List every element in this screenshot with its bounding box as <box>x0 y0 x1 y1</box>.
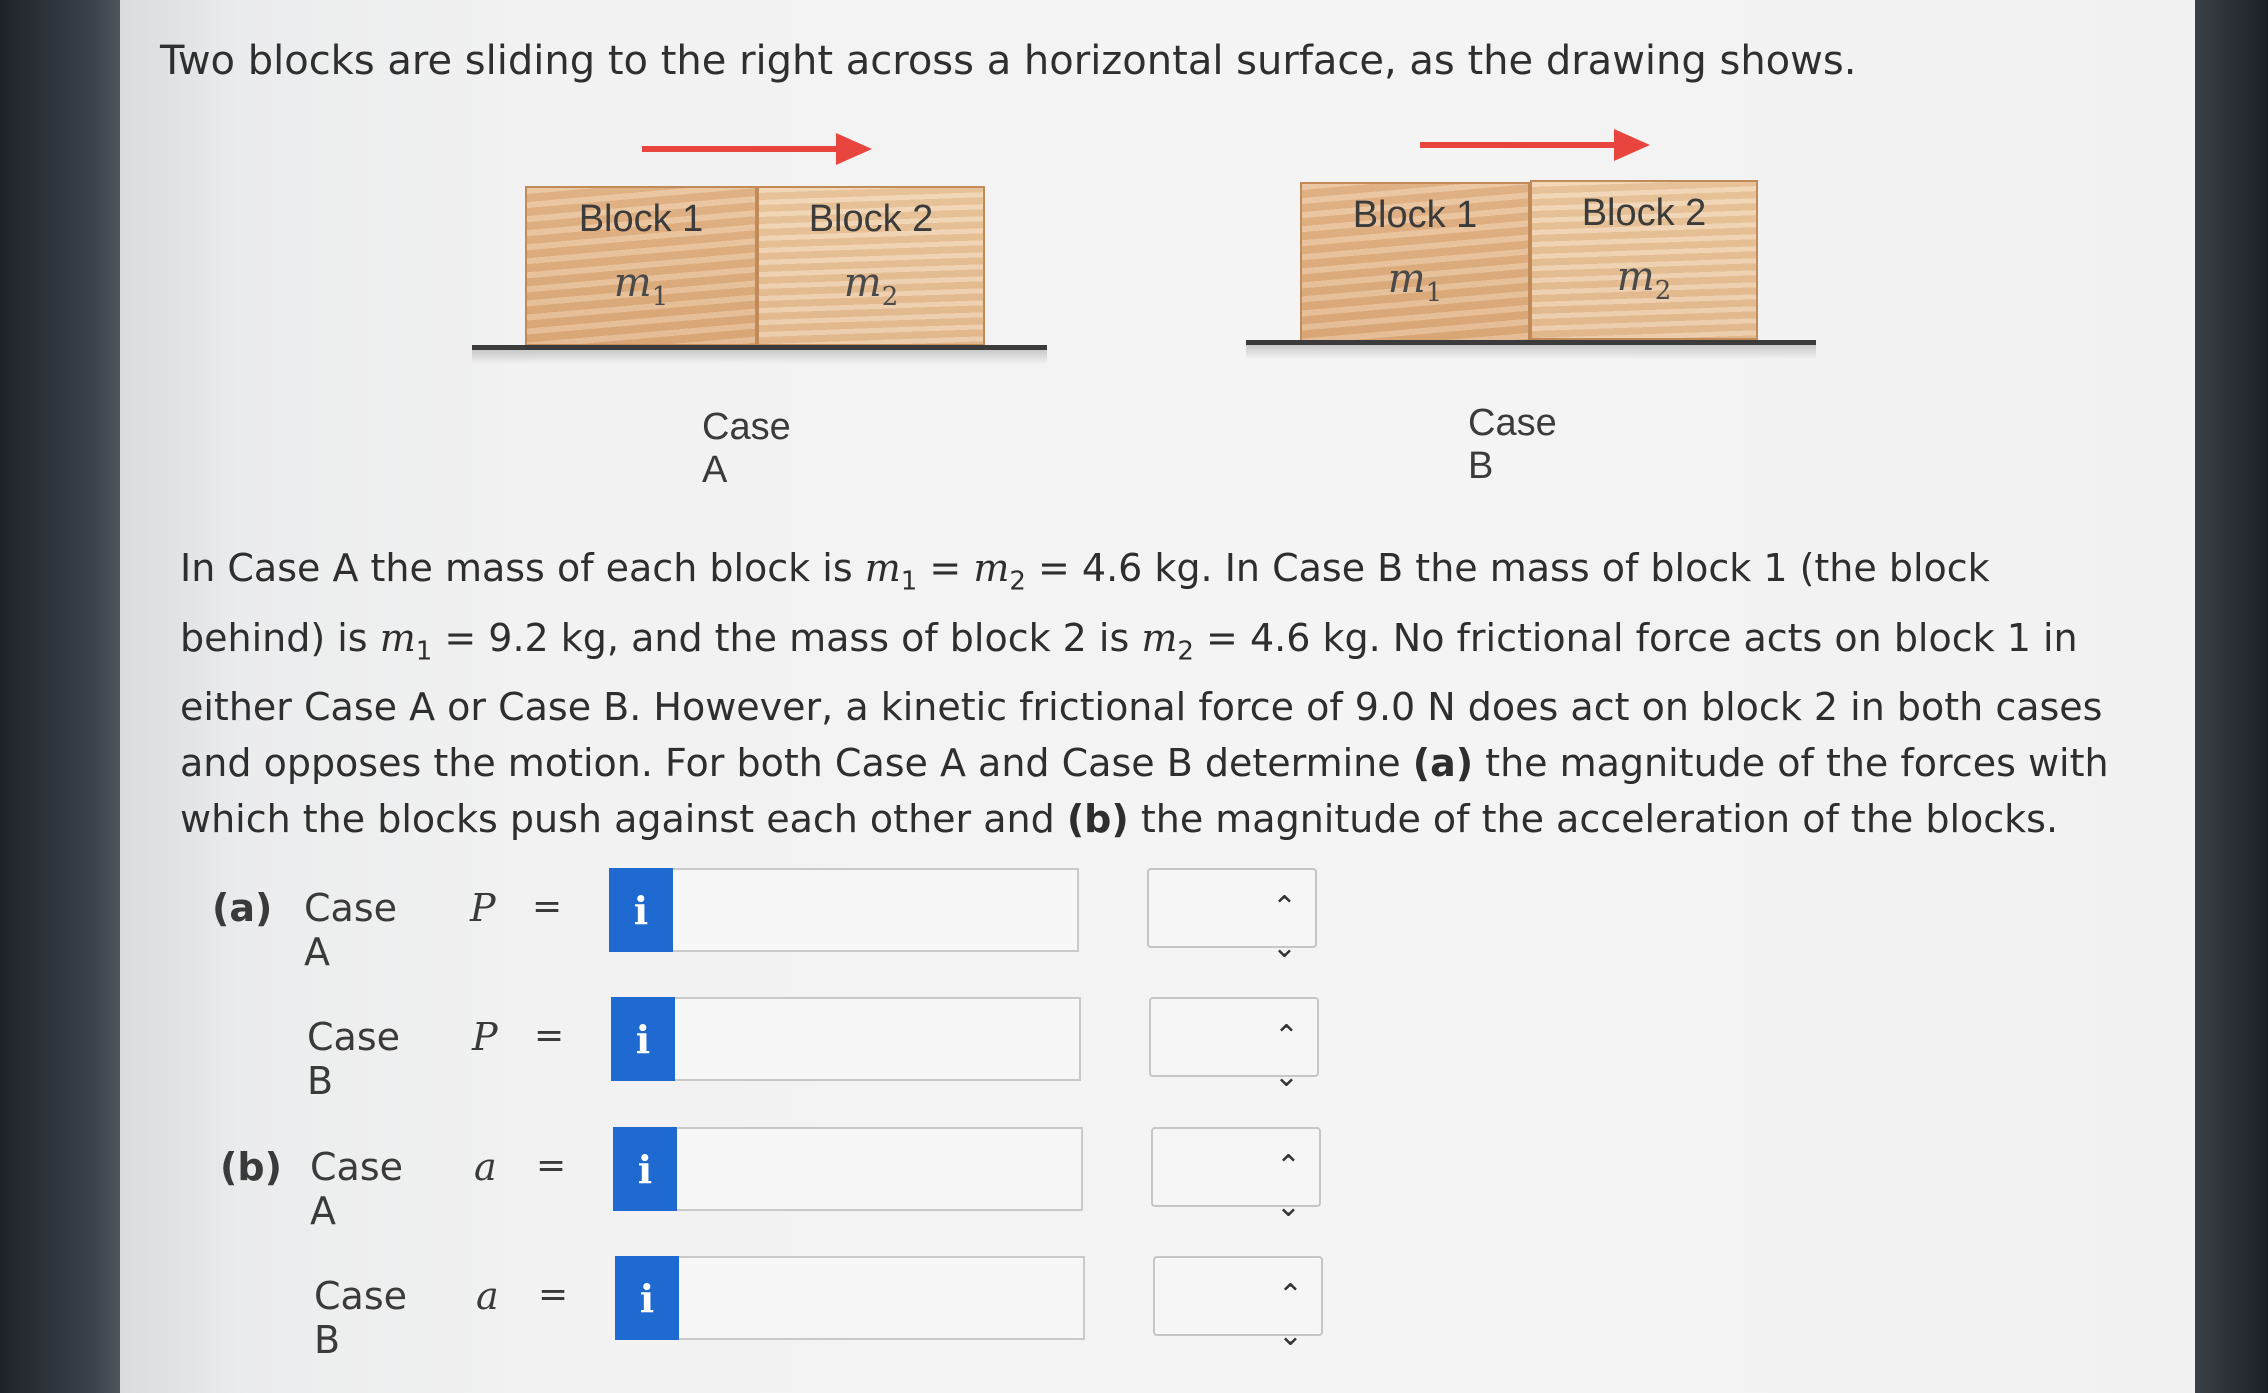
block-2-mass: m2 <box>1616 254 1672 306</box>
block-2-mass: m2 <box>843 260 899 312</box>
block-2-label: Block 2 <box>808 198 934 240</box>
block-2: Block 2 m2 <box>757 186 985 346</box>
info-button[interactable]: i <box>615 1256 679 1340</box>
equals-sign: = <box>536 1145 567 1186</box>
variable-label: a <box>476 1274 499 1318</box>
case-a-caption: Case A <box>702 406 791 491</box>
case-label: Case B <box>307 1015 400 1103</box>
block-1-mass: m1 <box>613 260 669 312</box>
block-2: Block 2 m2 <box>1530 180 1758 340</box>
block-2-label: Block 2 <box>1581 192 1707 234</box>
variable-label: a <box>474 1145 497 1189</box>
chevron-up-down-icon: ⌃ ⌄ <box>1275 1149 1301 1224</box>
answer-input[interactable] <box>677 1127 1083 1211</box>
screen-bezel-right <box>2188 0 2268 1393</box>
equals-sign: = <box>538 1274 569 1315</box>
unit-select[interactable]: ⌃ ⌄ <box>1151 1127 1321 1224</box>
part-label: (b) <box>220 1145 282 1189</box>
answer-input[interactable] <box>679 1256 1085 1340</box>
answer-input[interactable] <box>675 997 1081 1081</box>
part-label: (a) <box>212 886 273 930</box>
case-b-caption: Case B <box>1468 402 1557 487</box>
info-button[interactable]: i <box>609 868 673 952</box>
chevron-up-down-icon: ⌃ ⌄ <box>1271 890 1297 965</box>
chevron-up-down-icon: ⌃ ⌄ <box>1277 1278 1303 1353</box>
block-1-label: Block 1 <box>1352 194 1478 236</box>
block-1-mass: m1 <box>1387 256 1443 308</box>
problem-statement: In Case A the mass of each block is m1 =… <box>180 540 2140 847</box>
screen-bezel-left <box>0 0 130 1393</box>
unit-select[interactable]: ⌃ ⌄ <box>1153 1256 1323 1353</box>
chevron-up-down-icon: ⌃ ⌄ <box>1273 1019 1299 1094</box>
ground-shadow <box>1246 345 1816 359</box>
ground-shadow <box>472 350 1047 364</box>
block-1: Block 1 m1 <box>1300 182 1530 342</box>
case-label: Case B <box>314 1274 407 1362</box>
variable-label: P <box>470 886 496 930</box>
motion-arrow <box>1420 129 1650 161</box>
case-label: Case A <box>304 886 397 974</box>
problem-page: Two blocks are sliding to the right acro… <box>120 0 2195 1393</box>
unit-select[interactable]: ⌃ ⌄ <box>1149 997 1319 1094</box>
block-1: Block 1 m1 <box>525 186 757 346</box>
intro-text: Two blocks are sliding to the right acro… <box>160 38 1857 84</box>
equals-sign: = <box>534 1015 565 1056</box>
answer-input[interactable] <box>673 868 1079 952</box>
block-1-label: Block 1 <box>578 198 704 240</box>
info-button[interactable]: i <box>613 1127 677 1211</box>
equals-sign: = <box>532 886 563 927</box>
info-button[interactable]: i <box>611 997 675 1081</box>
case-label: Case A <box>310 1145 403 1233</box>
variable-label: P <box>472 1015 498 1059</box>
motion-arrow <box>642 133 872 165</box>
unit-select[interactable]: ⌃ ⌄ <box>1147 868 1317 965</box>
problem-paragraph: In Case A the mass of each block is m1 =… <box>180 546 2109 842</box>
